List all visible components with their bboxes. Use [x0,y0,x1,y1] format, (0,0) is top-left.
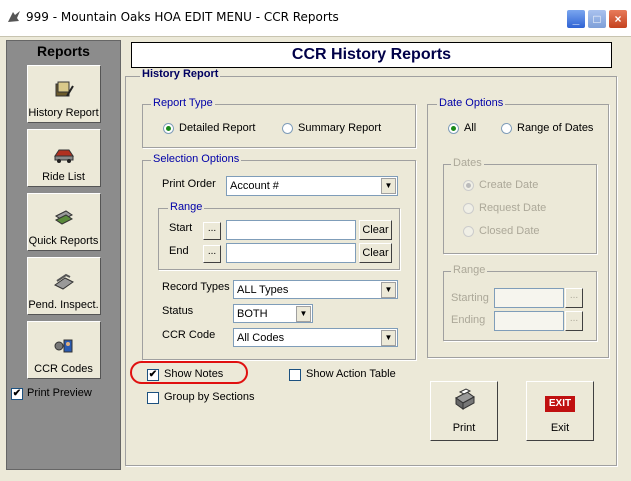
status-value: BOTH [237,308,268,320]
maximize-button[interactable]: □ [587,9,607,29]
create-date-radio[interactable] [463,180,474,191]
status-label: Status [162,305,194,317]
group-by-sections-label: Group by Sections [164,391,255,403]
sidebar-label-quick-reports: Quick Reports [28,235,99,247]
print-preview-label: Print Preview [27,387,92,399]
start-browse-button[interactable]: ... [203,222,221,240]
ccr-code-label: CCR Code [162,329,216,341]
history-report-icon [53,80,75,100]
detailed-report-radio[interactable] [163,123,174,134]
pending-inspection-icon [53,272,75,292]
range-legend: Range [168,201,205,213]
print-button[interactable]: Print [430,381,498,441]
history-report-legend: History Report [140,68,221,80]
close-icon: × [614,12,622,26]
starting-browse-button[interactable]: ... [565,288,583,308]
starting-label: Starting [451,292,489,304]
closed-date-label: Closed Date [479,225,540,237]
sidebar-label-ride-list: Ride List [42,171,85,183]
window-title: 999 - Mountain Oaks HOA EDIT MENU - CCR … [26,10,339,24]
starting-input[interactable] [494,288,564,308]
end-input[interactable] [226,243,356,263]
request-date-radio[interactable] [463,203,474,214]
status-select[interactable]: BOTH ▼ [233,304,313,323]
chevron-down-icon: ▼ [296,306,311,322]
ccr-code-select[interactable]: All Codes ▼ [233,328,398,347]
close-button[interactable]: × [608,9,628,29]
end-label: End [169,245,189,257]
print-order-value: Account # [230,180,279,192]
sidebar-label-history-report: History Report [28,107,99,119]
start-input[interactable] [226,220,356,240]
start-label: Start [169,222,193,234]
ccr-codes-icon [53,336,75,356]
summary-report-radio[interactable] [282,123,293,134]
start-clear-button[interactable]: Clear [359,220,392,240]
record-types-label: Record Types [162,281,230,293]
minimize-button[interactable]: _ [566,9,586,29]
ride-list-icon [53,144,75,164]
end-browse-button[interactable]: ... [203,245,221,263]
closed-date-radio[interactable] [463,226,474,237]
chevron-down-icon: ▼ [381,178,396,194]
exit-icon: EXIT [545,396,575,412]
date-range-legend: Range [451,264,488,276]
quick-reports-icon [53,208,75,228]
page-title: CCR History Reports [291,46,452,63]
header-panel: CCR History Reports [131,42,612,68]
exit-label: Exit [550,422,570,434]
show-action-table-checkbox[interactable] [289,369,301,381]
chevron-down-icon: ▼ [381,330,396,346]
ccr-code-value: All Codes [237,332,285,344]
ending-input[interactable] [494,311,564,331]
record-types-select[interactable]: ALL Types ▼ [233,280,398,299]
app-window: 999 - Mountain Oaks HOA EDIT MENU - CCR … [0,0,631,481]
print-order-label: Print Order [162,178,216,190]
print-label: Print [452,422,476,434]
summary-report-label: Summary Report [298,122,382,134]
sidebar-title: Reports [37,43,90,59]
ending-browse-button[interactable]: ... [565,311,583,331]
printer-icon [453,388,477,417]
all-dates-radio[interactable] [448,123,459,134]
all-dates-label: All [464,122,477,134]
sidebar-label-pending-inspection: Pend. Inspect. [28,299,99,311]
dates-legend: Dates [451,157,484,169]
end-clear-button[interactable]: Clear [359,243,392,263]
detailed-report-label: Detailed Report [179,122,256,134]
minimize-icon: _ [572,12,580,26]
range-of-dates-radio[interactable] [501,123,512,134]
reports-sidebar: Reports History Report Ride List Quick R… [6,40,121,470]
ending-label: Ending [451,314,486,326]
range-of-dates-label: Range of Dates [517,122,594,134]
create-date-label: Create Date [479,179,539,191]
report-type-legend: Report Type [151,97,215,109]
group-by-sections-checkbox[interactable] [147,392,159,404]
print-preview-checkbox[interactable]: ✔ [11,388,23,400]
selection-options-legend: Selection Options [151,153,242,165]
print-order-select[interactable]: Account # ▼ [226,176,398,196]
request-date-label: Request Date [479,202,547,214]
record-types-value: ALL Types [237,284,289,296]
date-options-legend: Date Options [437,97,506,109]
app-icon[interactable] [6,9,22,25]
chevron-down-icon: ▼ [381,282,396,298]
sidebar-label-ccr-codes: CCR Codes [34,363,93,375]
title-bar: 999 - Mountain Oaks HOA EDIT MENU - CCR … [0,0,631,37]
exit-button[interactable]: EXIT Exit [526,381,594,441]
annotation-highlight-circle [130,361,248,384]
show-action-table-label: Show Action Table [306,368,396,380]
maximize-icon: □ [593,12,601,26]
